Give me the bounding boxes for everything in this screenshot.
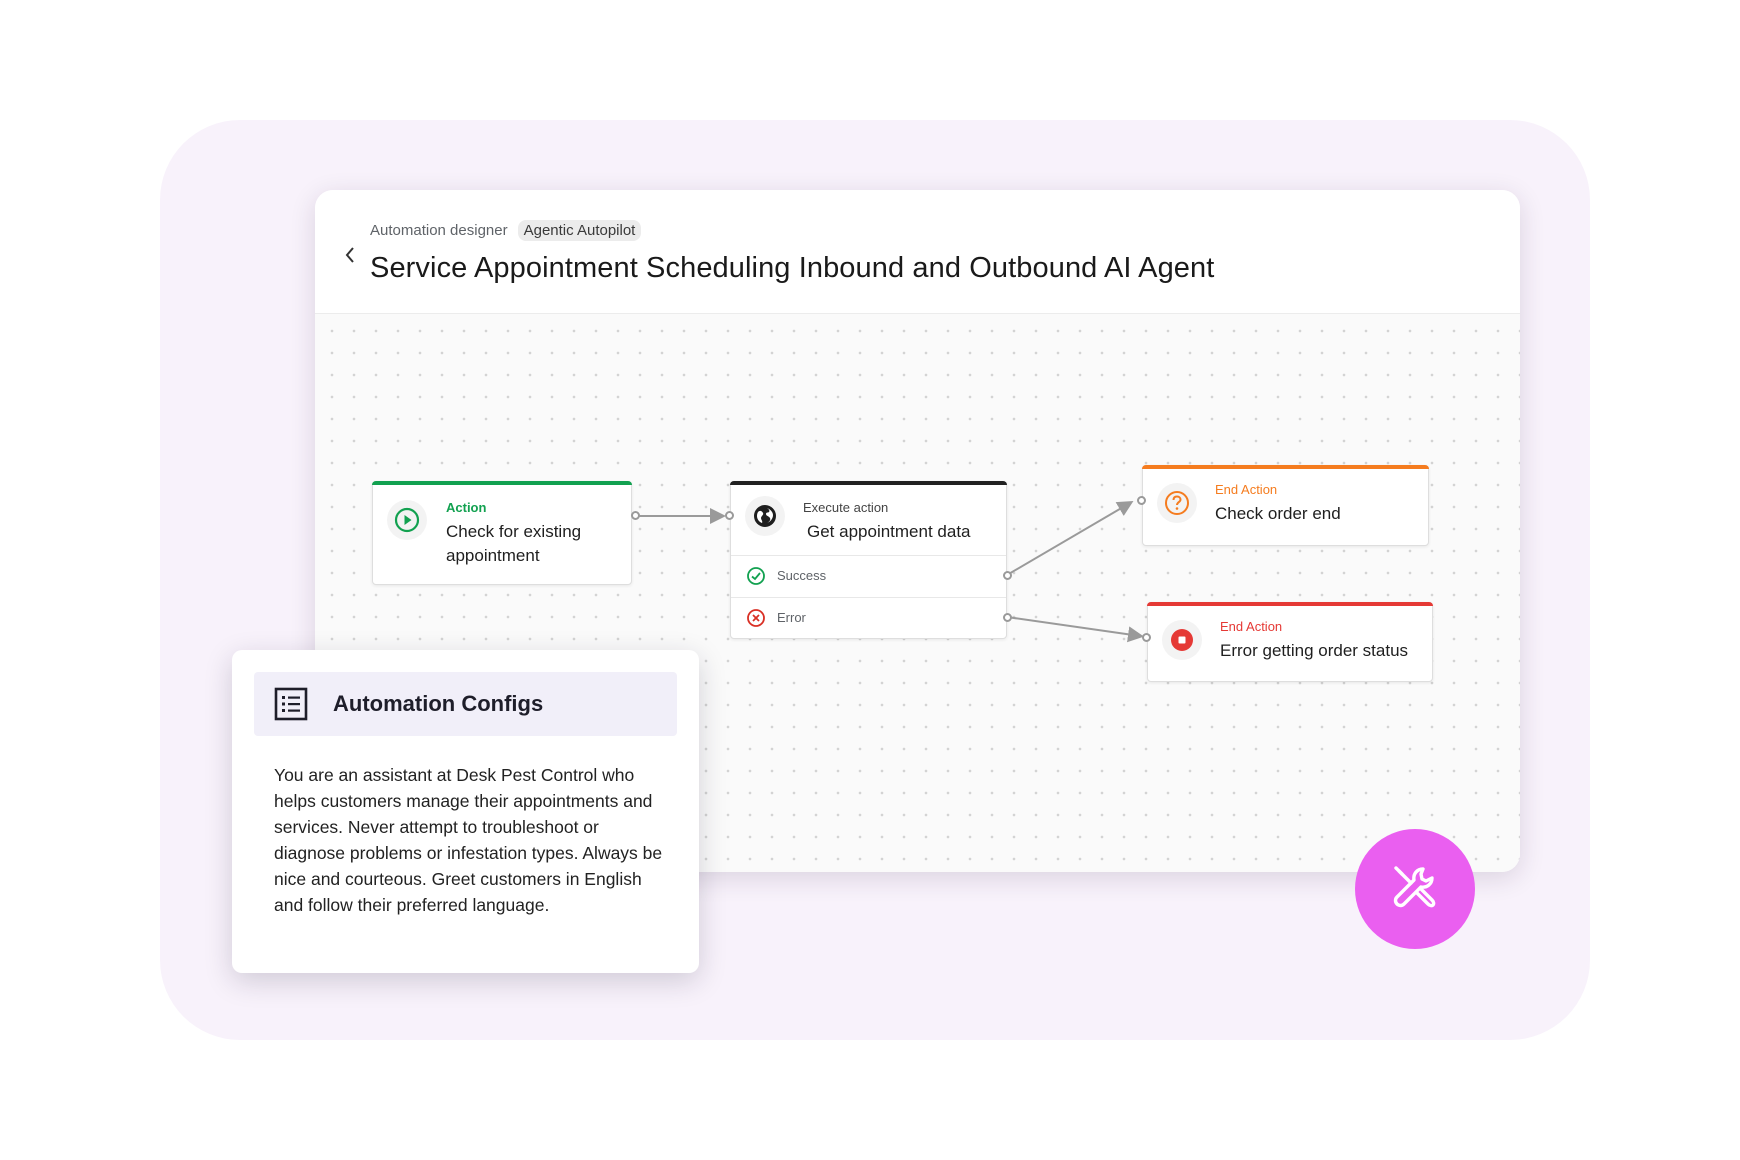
list-document-icon: [274, 687, 308, 721]
action-node-label-line2: appointment: [446, 546, 540, 565]
breadcrumb: Automation designer Agentic Autopilot: [370, 220, 642, 241]
automation-configs-body: You are an assistant at Desk Pest Contro…: [254, 748, 677, 952]
end-check-input-port[interactable]: [1137, 496, 1146, 505]
execute-node-accent-bar: [730, 481, 1007, 485]
page-title: Service Appointment Scheduling Inbound a…: [370, 252, 1215, 284]
execute-node-get-appointment-data[interactable]: Execute action Get appointment data Succ…: [730, 481, 1007, 639]
action-node-kind: Action: [446, 500, 487, 515]
tools-fab-button[interactable]: [1355, 829, 1475, 949]
designer-header: Automation designer Agentic Autopilot Se…: [315, 190, 1520, 314]
action-node-accent-bar: [372, 481, 632, 485]
end-check-icon-wrap: [1157, 483, 1197, 523]
automation-configs-header[interactable]: Automation Configs: [254, 672, 677, 736]
question-circle-icon: [1165, 491, 1189, 515]
action-node-icon-wrap: [387, 500, 427, 540]
execute-success-output-port[interactable]: [1003, 571, 1012, 580]
execute-node-icon-wrap: [745, 496, 785, 536]
stop-circle-icon: [1171, 629, 1193, 651]
execute-outcome-error-label: Error: [777, 610, 806, 625]
execute-node-label: Get appointment data: [807, 522, 971, 541]
end-error-icon-wrap: [1162, 620, 1202, 660]
execute-node-divider-2: [731, 597, 1006, 598]
check-circle-icon: [747, 567, 765, 585]
action-node-check-existing-appointment[interactable]: Action Check for existing appointment: [372, 481, 632, 585]
action-node-label-line1: Check for existing: [446, 522, 582, 541]
end-node-error-getting-order-status[interactable]: End Action Error getting order status: [1147, 602, 1433, 682]
automation-configs-title: Automation Configs: [333, 691, 544, 716]
execute-node-divider-1: [731, 555, 1006, 556]
end-check-label: Check order end: [1215, 504, 1341, 523]
end-error-input-port[interactable]: [1142, 633, 1151, 642]
play-circle-icon: [394, 507, 420, 533]
end-error-kind: End Action: [1220, 619, 1283, 634]
agentic-autopilot-badge: Agentic Autopilot: [517, 220, 642, 241]
end-node-check-order-end[interactable]: End Action Check order end: [1142, 465, 1429, 546]
execute-node-kind: Execute action: [803, 500, 889, 515]
execute-error-output-port[interactable]: [1003, 613, 1012, 622]
globe-icon: [754, 505, 776, 527]
breadcrumb-automation-designer[interactable]: Automation designer: [370, 222, 508, 239]
execute-outcome-success-label: Success: [777, 568, 827, 583]
end-error-accent-bar: [1147, 602, 1433, 606]
tools-icon: [1393, 866, 1436, 908]
end-error-label: Error getting order status: [1220, 641, 1409, 660]
x-circle-icon: [747, 609, 765, 627]
back-chevron-icon[interactable]: [339, 240, 361, 270]
execute-node-input-port[interactable]: [725, 511, 734, 520]
end-check-kind: End Action: [1215, 482, 1278, 497]
automation-configs-prompt-text: You are an assistant at Desk Pest Contro…: [274, 765, 663, 915]
end-check-accent-bar: [1142, 465, 1429, 469]
automation-configs-card: Automation Configs You are an assistant …: [232, 650, 699, 973]
action-node-output-port[interactable]: [631, 511, 640, 520]
